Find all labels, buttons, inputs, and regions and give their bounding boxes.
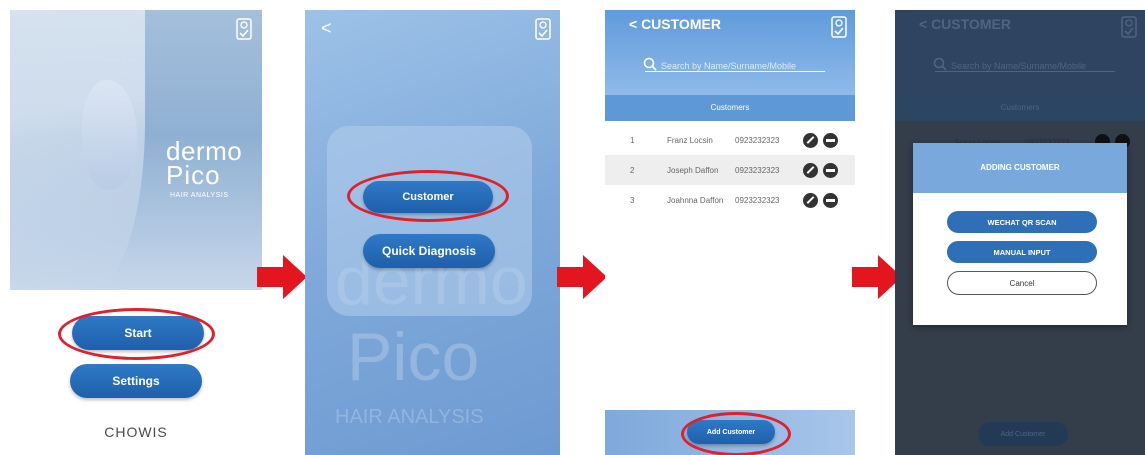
row-number: 3 xyxy=(630,196,635,205)
add-customer-button[interactable]: Add Customer xyxy=(687,420,775,444)
table-row[interactable]: 3 Joahnna Daffon 0923232323 xyxy=(605,185,855,215)
edit-icon[interactable] xyxy=(803,163,818,178)
watermark-pico: Pico xyxy=(347,319,480,395)
delete-icon[interactable] xyxy=(823,193,838,208)
menu-card xyxy=(327,126,532,316)
flow-arrow-icon xyxy=(557,255,607,299)
cancel-button[interactable]: Cancel xyxy=(947,271,1097,295)
flow-arrow-icon xyxy=(257,255,307,299)
menu-screen: < dermo Pico HAIR ANALYSIS Customer Quic… xyxy=(305,10,560,455)
settings-button[interactable]: Settings xyxy=(70,364,202,398)
watermark-subtitle: HAIR ANALYSIS xyxy=(335,406,484,428)
search-underline xyxy=(645,71,825,72)
delete-icon[interactable] xyxy=(823,163,838,178)
edit-icon[interactable] xyxy=(803,133,818,148)
delete-icon[interactable] xyxy=(823,133,838,148)
page-title[interactable]: < CUSTOMER xyxy=(629,16,721,32)
search-icon xyxy=(933,57,947,71)
row-name: Joseph Daffon xyxy=(667,166,719,175)
quick-diagnosis-button[interactable]: Quick Diagnosis xyxy=(363,234,495,268)
search-icon xyxy=(643,57,657,71)
logo-subtitle: HAIR ANALYSIS xyxy=(170,192,229,199)
search-input[interactable]: Search by Name/Surname/Mobile xyxy=(661,61,796,71)
edit-icon[interactable] xyxy=(803,193,818,208)
row-phone: 0923232323 xyxy=(735,136,780,145)
row-phone: 0923232323 xyxy=(735,166,780,175)
splash-screen: dermo Pico HAIR ANALYSIS Start Settings … xyxy=(10,10,262,455)
adding-customer-dialog: ADDING CUSTOMER WECHAT QR SCAN MANUAL IN… xyxy=(913,143,1127,325)
table-row[interactable]: 1 Franz Locsin 0923232323 xyxy=(605,125,855,155)
row-number: 1 xyxy=(630,136,635,145)
dimmed-header: < CUSTOMER Search by Name/Surname/Mobile xyxy=(895,10,1145,95)
customer-header: < CUSTOMER Search by Name/Surname/Mobile xyxy=(605,10,855,95)
report-check-icon[interactable] xyxy=(831,16,847,38)
manual-input-button[interactable]: MANUAL INPUT xyxy=(947,241,1097,263)
customer-list-screen: < CUSTOMER Search by Name/Surname/Mobile… xyxy=(605,10,855,455)
table-row[interactable]: 2 Joseph Daffon 0923232323 xyxy=(605,155,855,185)
report-check-icon xyxy=(1121,16,1137,38)
hero-face xyxy=(82,80,137,190)
report-check-icon[interactable] xyxy=(236,18,252,40)
page-title: < CUSTOMER xyxy=(919,16,1011,32)
dialog-title: ADDING CUSTOMER xyxy=(913,143,1127,193)
logo-pico: Pico xyxy=(166,160,221,190)
report-check-icon[interactable] xyxy=(535,18,551,40)
add-customer-button: Add Customer xyxy=(978,422,1068,446)
customer-button[interactable]: Customer xyxy=(363,181,493,213)
row-name: Franz Locsin xyxy=(667,136,713,145)
back-button[interactable]: < xyxy=(321,18,332,39)
search-underline xyxy=(935,71,1115,72)
row-name: Joahnna Daffon xyxy=(667,196,724,205)
customers-header: Customers xyxy=(895,95,1145,121)
search-input: Search by Name/Surname/Mobile xyxy=(951,61,1087,71)
start-button[interactable]: Start xyxy=(72,316,204,350)
row-number: 2 xyxy=(630,166,635,175)
customers-header: Customers xyxy=(605,95,855,121)
add-customer-dialog-screen: < CUSTOMER Search by Name/Surname/Mobile… xyxy=(895,10,1145,455)
row-phone: 0923232323 xyxy=(735,196,780,205)
brand-logo: CHOWIS xyxy=(104,424,168,440)
wechat-qr-scan-button[interactable]: WECHAT QR SCAN xyxy=(947,211,1097,233)
